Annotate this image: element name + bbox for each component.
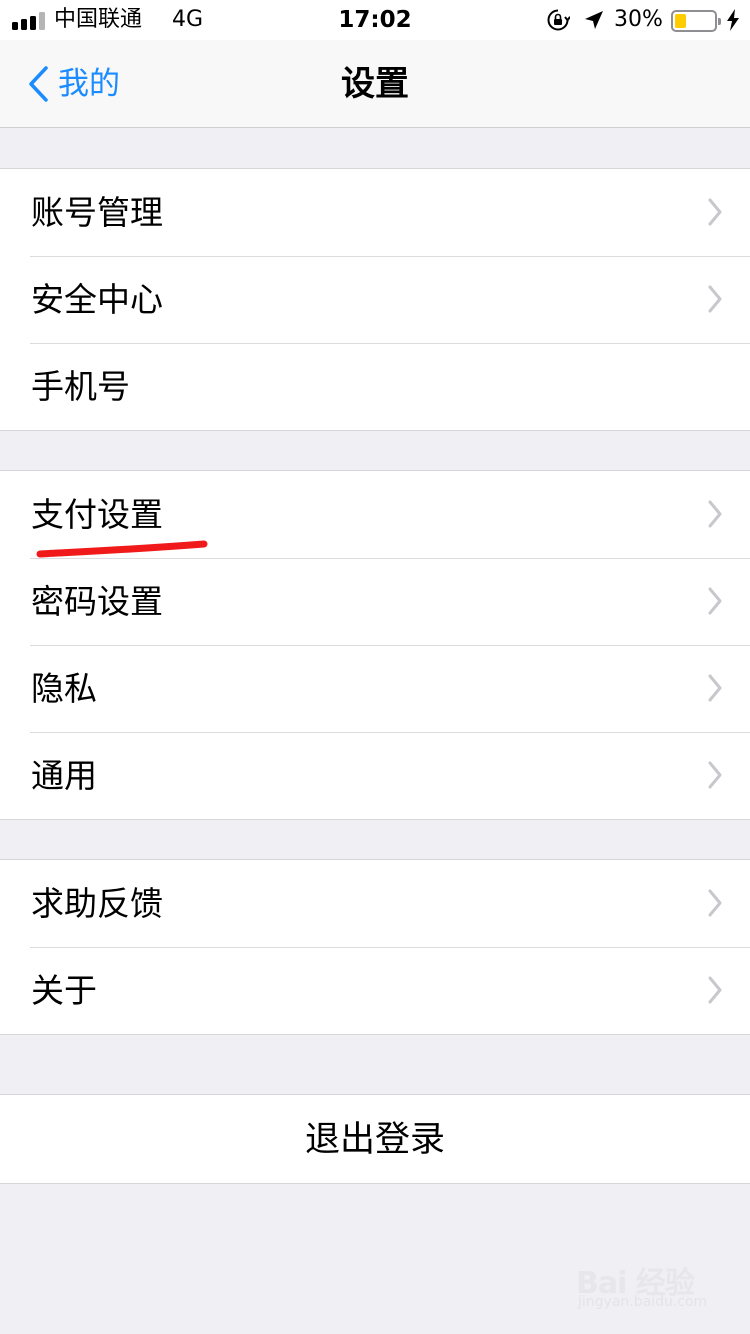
chevron-right-icon: [708, 198, 722, 226]
chevron-right-icon: [708, 674, 722, 702]
chevron-right-icon: [708, 976, 722, 1004]
row-label: 安全中心: [31, 280, 163, 319]
chevron-right-icon: [708, 587, 722, 615]
location-arrow-icon: [585, 11, 603, 29]
row-label: 支付设置: [31, 495, 163, 534]
row-label: 求助反馈: [31, 884, 163, 923]
row-label: 密码设置: [31, 582, 163, 621]
charging-bolt-icon: [727, 9, 739, 31]
row-label: 手机号: [31, 367, 130, 406]
logout-label: 退出登录: [304, 1120, 445, 1160]
settings-group-account: 账号管理 安全中心 手机号: [0, 168, 750, 431]
navigation-bar: 我的 设置: [0, 40, 750, 128]
row-label: 通用: [31, 756, 97, 795]
baidu-jingyan-watermark: Bai 经验 jingyan.baidu.com: [574, 1250, 724, 1320]
settings-row-help-feedback[interactable]: 求助反馈: [0, 860, 750, 947]
page-title: 设置: [341, 64, 409, 104]
row-label: 账号管理: [31, 193, 163, 232]
chevron-right-icon: [708, 889, 722, 917]
settings-row-general[interactable]: 通用: [0, 732, 750, 819]
row-label: 关于: [31, 971, 97, 1010]
settings-row-payment-settings[interactable]: 支付设置: [0, 471, 750, 558]
chevron-right-icon: [708, 285, 722, 313]
settings-row-account-management[interactable]: 账号管理: [0, 169, 750, 256]
settings-row-phone-number[interactable]: 手机号: [0, 343, 750, 430]
chevron-right-icon: [708, 761, 722, 789]
row-label: 隐私: [31, 669, 97, 708]
watermark-url: jingyan.baidu.com: [578, 1294, 708, 1310]
settings-row-security-center[interactable]: 安全中心: [0, 256, 750, 343]
status-bar: 中国联通 4G 17:02 30%: [0, 0, 750, 40]
settings-row-password-settings[interactable]: 密码设置: [0, 558, 750, 645]
settings-group-support: 求助反馈 关于: [0, 859, 750, 1035]
battery-icon: [671, 10, 721, 32]
settings-row-about[interactable]: 关于: [0, 947, 750, 1034]
settings-row-privacy[interactable]: 隐私: [0, 645, 750, 732]
chevron-right-icon: [708, 500, 722, 528]
logout-button[interactable]: 退出登录: [0, 1094, 750, 1184]
settings-group-preferences: 支付设置 密码设置 隐私 通用: [0, 470, 750, 820]
battery-percent: 30%: [614, 7, 663, 32]
rotation-lock-icon: [547, 9, 570, 31]
